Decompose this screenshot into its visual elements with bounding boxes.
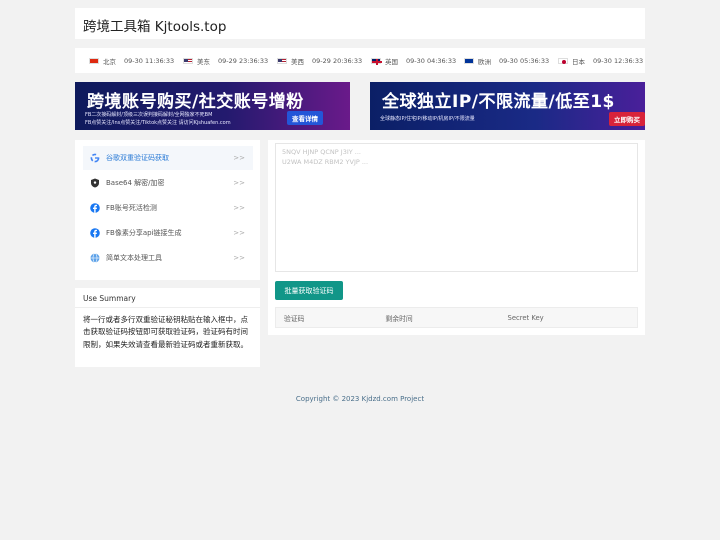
- footer-copyright: Copyright © 2023 Kjdzd.com Project: [295, 395, 425, 403]
- column-header-remaining-time: 剩余时间: [385, 314, 413, 323]
- banner-subline: 全球静态IP/住宅IP/移动IP/机房IP/不限流量: [380, 116, 475, 122]
- tool-item-fb-pixel[interactable]: FB像素分享api链接生成 >>: [83, 221, 253, 245]
- japan-flag-icon: [558, 57, 568, 65]
- tool-item-label: Base64 解密/加密: [106, 179, 165, 187]
- chevron-double-right-icon: >>: [233, 229, 245, 237]
- clock-zone: 欧洲: [478, 58, 491, 66]
- banner-cta-button[interactable]: 立即购买: [609, 112, 645, 126]
- summary-title: Use Summary: [83, 294, 136, 303]
- banner-subline: FB二次接码解封/顶级三次误判接码解封/全网独家不死BM: [85, 112, 213, 118]
- facebook-icon: [90, 203, 100, 213]
- clock-zone: 日本: [572, 58, 585, 66]
- banner-subline: FB点赞关注/Ins点赞关注/Tiktok点赞关注 请访问Kjshuafen.c…: [85, 120, 231, 126]
- uk-flag-icon: [371, 57, 382, 66]
- tool-item-label: FB账号死活检测: [106, 204, 157, 212]
- usage-summary-card: Use Summary 将一行或者多行双重验证秘钥粘贴在输入框中，点击获取验证码…: [75, 288, 260, 367]
- secret-key-input[interactable]: [275, 143, 638, 272]
- clock-zone: 美西: [291, 58, 304, 66]
- us-flag-icon: [183, 57, 193, 65]
- divider: [75, 307, 260, 308]
- summary-text: 将一行或者多行双重验证秘钥粘贴在输入框中，点击获取验证码按钮即可获取验证码，验证…: [83, 315, 248, 349]
- column-header-secret-key: Secret Key: [507, 313, 544, 322]
- banner-headline: 全球独立IP/不限流量/低至1$: [382, 92, 615, 112]
- tool-item-text-tools[interactable]: 简单文本处理工具 >>: [83, 246, 253, 270]
- main-panel: 批量获取验证码 验证码 剩余时间 Secret Key: [268, 140, 645, 335]
- clock-zone: 英国: [385, 58, 398, 66]
- chevron-double-right-icon: >>: [233, 254, 245, 262]
- eu-flag-icon: [464, 57, 474, 65]
- tool-item-base64[interactable]: Base64 解密/加密 >>: [83, 171, 253, 195]
- clock-europe: 欧洲 09-30 05:36:33: [464, 56, 549, 66]
- clock-time: 09-30 12:36:33: [593, 57, 644, 65]
- clock-time: 09-30 11:36:33: [124, 57, 175, 65]
- us-flag-icon: [277, 57, 287, 65]
- table-header-row: 验证码 剩余时间 Secret Key: [276, 308, 638, 328]
- result-table: 验证码 剩余时间 Secret Key: [275, 307, 638, 328]
- page-title: 跨境工具箱 Kjtools.top: [83, 19, 227, 35]
- clock-us-west: 美西 09-29 20:36:33: [277, 56, 362, 66]
- clock-time: 09-29 20:36:33: [312, 57, 363, 65]
- globe-icon: [90, 253, 100, 263]
- clock-beijing: 北京 09-30 11:36:33: [89, 56, 174, 66]
- banner-cta-button[interactable]: 查看详情: [287, 111, 323, 125]
- clock-uk: 英国 09-30 04:36:33: [371, 56, 456, 66]
- column-header-code: 验证码: [284, 314, 305, 323]
- tool-item-google-2fa[interactable]: 谷歌双重验证码获取 >>: [83, 146, 253, 170]
- clock-us-east: 美东 09-29 23:36:33: [183, 56, 268, 66]
- clock-zone: 美东: [197, 58, 210, 66]
- clock-japan: 日本 09-30 12:36:33: [558, 56, 643, 66]
- tool-item-fb-check[interactable]: FB账号死活检测 >>: [83, 196, 253, 220]
- tool-item-label: 简单文本处理工具: [106, 254, 162, 262]
- tool-list: 谷歌双重验证码获取 >> Base64 解密/加密 >> FB账号死活检测 >>…: [75, 140, 260, 280]
- tool-item-label: 谷歌双重验证码获取: [106, 154, 169, 162]
- clock-time: 09-30 04:36:33: [406, 57, 457, 65]
- china-flag-icon: [89, 57, 99, 65]
- clock-time: 09-30 05:36:33: [499, 57, 550, 65]
- clock-time: 09-29 23:36:33: [218, 57, 269, 65]
- chevron-double-right-icon: >>: [233, 204, 245, 212]
- google-icon: [90, 153, 100, 163]
- shield-icon: [90, 178, 100, 188]
- chevron-double-right-icon: >>: [233, 154, 245, 162]
- batch-fetch-code-button[interactable]: 批量获取验证码: [275, 281, 343, 300]
- header-card: 跨境工具箱 Kjtools.top: [75, 8, 645, 39]
- tool-item-label: FB像素分享api链接生成: [106, 229, 182, 237]
- ad-banner-accounts[interactable]: 跨境账号购买/社交账号增粉 FB二次接码解封/顶级三次误判接码解封/全网独家不死…: [75, 82, 350, 130]
- facebook-icon: [90, 228, 100, 238]
- chevron-double-right-icon: >>: [233, 179, 245, 187]
- banner-headline: 跨境账号购买/社交账号增粉: [87, 92, 304, 112]
- clock-zone: 北京: [103, 58, 116, 66]
- ad-banner-proxy[interactable]: 全球独立IP/不限流量/低至1$ 全球静态IP/住宅IP/移动IP/机房IP/不…: [370, 82, 645, 130]
- world-clock-bar: 北京 09-30 11:36:33 美东 09-29 23:36:33 美西 0…: [75, 48, 645, 73]
